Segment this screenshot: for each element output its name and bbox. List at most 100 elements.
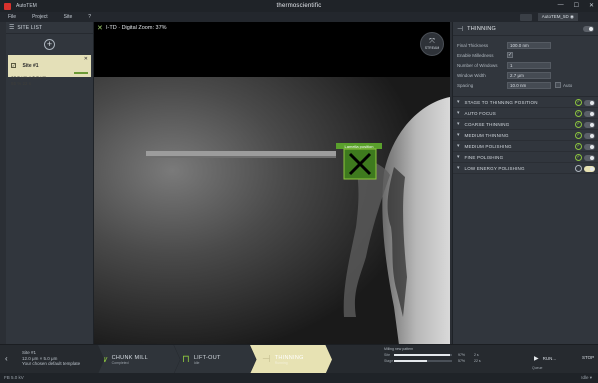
auto-checkbox[interactable] bbox=[555, 82, 561, 88]
check-circle-icon: ✓ bbox=[575, 121, 582, 128]
param-row: Window Width 2.7 μm bbox=[457, 70, 594, 80]
menu-project[interactable]: Project bbox=[32, 14, 48, 20]
step-label: COARSE THINNING bbox=[464, 121, 510, 127]
progress-label: Site bbox=[384, 352, 391, 357]
menu-site[interactable]: Site bbox=[64, 14, 73, 20]
step-medium-thinning[interactable]: ▾ MEDIUM THINNING ✓ bbox=[453, 130, 598, 141]
app-logo-icon bbox=[4, 2, 11, 10]
thinning-stage-icon: ⊣ bbox=[262, 354, 271, 365]
stage-thinning[interactable]: ⊣ THINNING Running bbox=[250, 345, 332, 374]
step-coarse-thinning[interactable]: ▾ COARSE THINNING ✓ bbox=[453, 119, 598, 130]
param-row: Number of Windows 1 bbox=[457, 60, 594, 70]
chevron-down-icon[interactable]: ▾ bbox=[457, 110, 460, 116]
step-toggle[interactable] bbox=[584, 111, 595, 117]
stage-name: CHUNK MILL bbox=[111, 354, 148, 361]
spacing-input[interactable]: 10.0 nm bbox=[507, 81, 551, 89]
thinning-title: THINNING bbox=[467, 25, 497, 32]
site-name: Site #1 bbox=[22, 62, 39, 69]
brand-label: thermoscientific bbox=[276, 3, 322, 9]
chevron-down-icon[interactable]: ▾ bbox=[457, 165, 460, 171]
close-icon[interactable]: ✕ bbox=[84, 56, 88, 62]
check-circle-icon: ✓ bbox=[575, 143, 582, 150]
site-list-header: ☰ SITE LIST bbox=[6, 22, 93, 34]
step-toggle[interactable] bbox=[584, 100, 595, 106]
chunk-mill-icon: ⩛ bbox=[102, 354, 108, 365]
step-fine-polishing[interactable]: ▾ FINE POLISHING ✓ bbox=[453, 152, 598, 163]
chevron-down-icon[interactable]: ▾ bbox=[457, 132, 460, 138]
menu-help[interactable]: ? bbox=[88, 14, 91, 20]
progress-track bbox=[394, 353, 452, 356]
image-view[interactable]: Lamella position ✕ I-TD · Digital Zoom: … bbox=[94, 22, 450, 344]
auto-option[interactable]: Auto bbox=[555, 82, 572, 88]
chevron-down-icon[interactable]: ▾ bbox=[457, 143, 460, 149]
list-icon: ☰ bbox=[9, 25, 15, 31]
progress-label: Stage bbox=[384, 358, 394, 363]
step-toggle[interactable] bbox=[584, 122, 595, 128]
step-low-energy-polishing[interactable]: ▾ LOW ENERGY POLISHING bbox=[453, 163, 598, 174]
step-toggle[interactable] bbox=[584, 166, 595, 172]
thinning-steps: ▾ STAGE TO THINNING POSITION ✓ ▾ AUTO FO… bbox=[453, 96, 598, 174]
step-toggle[interactable] bbox=[584, 155, 595, 161]
check-circle-icon: ✓ bbox=[575, 132, 582, 139]
add-site-button[interactable]: + bbox=[44, 39, 55, 50]
run-label: RUN... bbox=[542, 356, 557, 361]
status-left: FB 5.0 kV bbox=[4, 375, 24, 380]
progress-row-site: Site 97% 2 s bbox=[384, 352, 502, 357]
title-bar: AutoTEM thermoscientific — ☐ ✕ bbox=[0, 0, 598, 12]
thinning-panel: ⊣ THINNING Final Thickness 100.0 nm Enab… bbox=[452, 22, 598, 344]
chevron-down-icon[interactable]: ▾ bbox=[457, 99, 460, 105]
step-label: FINE POLISHING bbox=[464, 154, 504, 160]
final-thickness-input[interactable]: 100.0 nm bbox=[507, 41, 551, 49]
stream-button[interactable]: ⤧ STREAM bbox=[420, 32, 444, 56]
site-list-panel: ☰ SITE LIST + ✓ Site #1 ✕ 12.0 μm × 5.0 … bbox=[6, 22, 94, 344]
param-label: Enable Milledness bbox=[457, 52, 494, 58]
image-view-label: I-TD · Digital Zoom: 37% bbox=[106, 25, 167, 31]
play-icon: ▶ bbox=[534, 356, 539, 362]
status-right[interactable]: Idle ▾ bbox=[581, 375, 592, 381]
app-title: AutoTEM bbox=[16, 3, 37, 9]
minimize-button[interactable]: — bbox=[558, 2, 564, 9]
check-circle-icon: ✓ bbox=[575, 110, 582, 117]
stage-lift-out[interactable]: ⊓ LIFT-OUT Idle bbox=[174, 345, 256, 374]
site-checkbox[interactable]: ✓ bbox=[11, 63, 16, 69]
check-circle-icon: ✓ bbox=[575, 154, 582, 161]
step-auto-focus[interactable]: ▾ AUTO FOCUS ✓ bbox=[453, 108, 598, 119]
crosshair-icon: ✕ bbox=[97, 25, 103, 32]
param-label: Spacing bbox=[457, 82, 474, 88]
chevron-down-icon[interactable]: ▾ bbox=[457, 154, 460, 160]
param-row: Enable Milledness ✓ bbox=[457, 50, 594, 60]
step-medium-polishing[interactable]: ▾ MEDIUM POLISHING ✓ bbox=[453, 141, 598, 152]
thinning-toggle[interactable] bbox=[583, 26, 594, 32]
sem-image[interactable]: Lamella position bbox=[94, 77, 450, 344]
stop-button[interactable]: STOP bbox=[582, 355, 594, 360]
menu-file[interactable]: File bbox=[8, 14, 16, 20]
progress-value: 57% bbox=[458, 358, 466, 363]
workspace-button[interactable] bbox=[519, 13, 532, 21]
step-stage-to-thinning[interactable]: ▾ STAGE TO THINNING POSITION ✓ bbox=[453, 97, 598, 108]
stage-chunk-mill[interactable]: ⩛ CHUNK MILL Completed bbox=[98, 345, 180, 374]
enable-checkbox[interactable]: ✓ bbox=[507, 52, 513, 58]
window-count-input[interactable]: 1 bbox=[507, 61, 551, 69]
chevron-down-icon[interactable]: ▾ bbox=[457, 121, 460, 127]
window-controls: — ☐ ✕ bbox=[558, 2, 594, 9]
run-button[interactable]: ▶ RUN... bbox=[534, 355, 556, 362]
site-card[interactable]: ✓ Site #1 ✕ 12.0 μm × 5.0 μm 55 % 22 s bbox=[8, 55, 91, 86]
chevron-left-icon[interactable]: ‹ bbox=[5, 354, 8, 363]
progress-row-stage: Stage 57% 22 s bbox=[384, 358, 502, 363]
maximize-button[interactable]: ☐ bbox=[574, 2, 579, 9]
step-toggle[interactable] bbox=[584, 144, 595, 150]
stage-status: Running bbox=[274, 360, 288, 365]
lift-out-icon: ⊓ bbox=[182, 354, 190, 365]
close-button[interactable]: ✕ bbox=[589, 2, 594, 9]
status-bar: FB 5.0 kV Idle ▾ bbox=[0, 373, 598, 383]
auto-label: Auto bbox=[563, 82, 573, 88]
progress-time: 22 s bbox=[474, 358, 481, 363]
param-row: Final Thickness 100.0 nm bbox=[457, 40, 594, 50]
progress-fill bbox=[394, 353, 451, 356]
step-toggle[interactable] bbox=[584, 133, 595, 139]
window-width-input[interactable]: 2.7 μm bbox=[507, 71, 551, 79]
workspace-selector[interactable]: AutoTEM_5D ◉ bbox=[537, 13, 578, 21]
step-label: STAGE TO THINNING POSITION bbox=[464, 99, 538, 105]
site-progress-bar bbox=[74, 72, 88, 74]
site-progress-text: 55 % 22 s bbox=[11, 80, 32, 86]
